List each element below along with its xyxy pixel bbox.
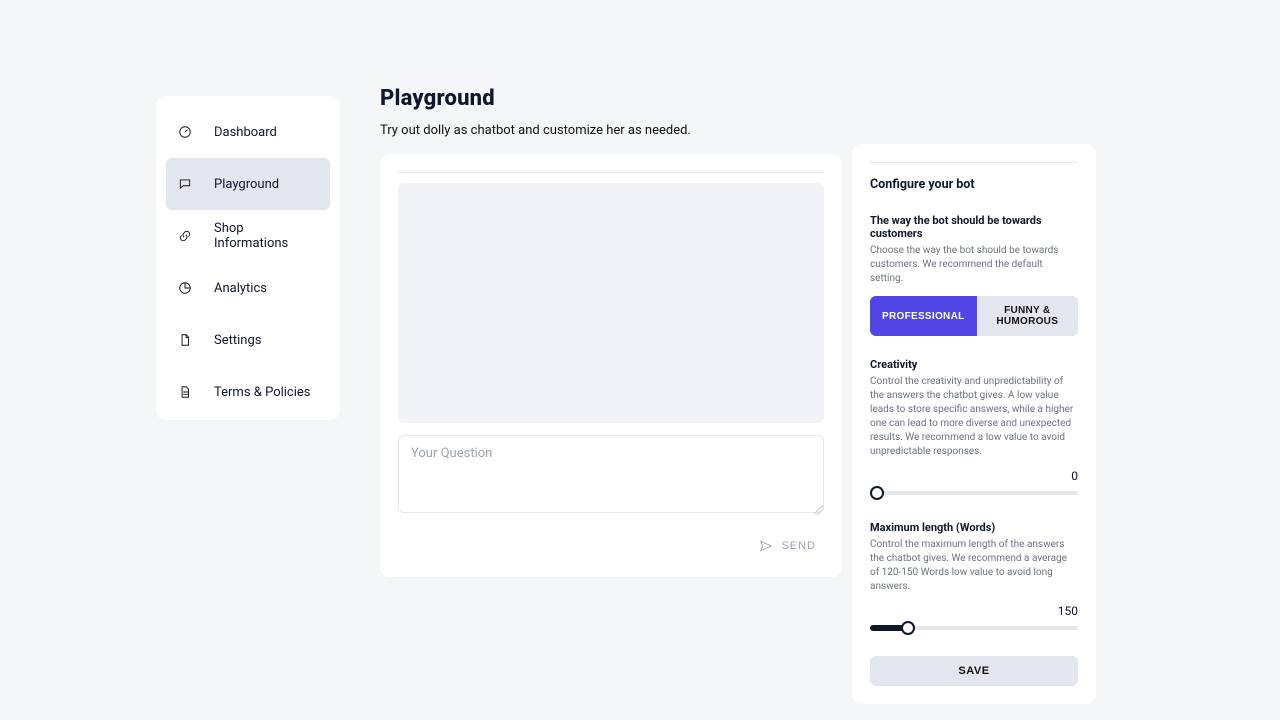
divider bbox=[870, 162, 1078, 163]
slider-thumb[interactable] bbox=[870, 486, 884, 500]
sidebar: Dashboard Playground Shop Informations A… bbox=[156, 96, 340, 420]
save-button[interactable]: SAVE bbox=[870, 656, 1078, 686]
resize-handle[interactable] bbox=[814, 505, 824, 515]
config-card: Configure your bot The way the bot shoul… bbox=[852, 144, 1096, 704]
page-subtitle: Try out dolly as chatbot and customize h… bbox=[380, 123, 842, 138]
sidebar-item-analytics[interactable]: Analytics bbox=[166, 262, 330, 314]
send-row: SEND bbox=[398, 533, 824, 559]
tone-option-professional[interactable]: PROFESSIONAL bbox=[870, 296, 977, 336]
config-title: Configure your bot bbox=[870, 177, 1078, 192]
sidebar-item-label: Terms & Policies bbox=[214, 385, 311, 400]
sidebar-item-settings[interactable]: Settings bbox=[166, 314, 330, 366]
chat-history-area bbox=[398, 183, 824, 423]
tone-label: The way the bot should be towards custom… bbox=[870, 214, 1078, 240]
sidebar-item-label: Playground bbox=[214, 177, 279, 192]
page-title: Playground bbox=[380, 86, 842, 111]
sidebar-item-label: Dashboard bbox=[214, 125, 277, 140]
chat-icon bbox=[178, 177, 192, 191]
creativity-slider[interactable] bbox=[870, 487, 1078, 499]
tone-field: The way the bot should be towards custom… bbox=[870, 214, 1078, 336]
maxlen-label: Maximum length (Words) bbox=[870, 521, 1078, 534]
sidebar-item-shop-informations[interactable]: Shop Informations bbox=[166, 210, 330, 262]
main-column: Playground Try out dolly as chatbot and … bbox=[380, 86, 842, 577]
pie-icon bbox=[178, 281, 192, 295]
paper-plane-icon bbox=[759, 539, 773, 553]
slider-thumb[interactable] bbox=[901, 621, 915, 635]
sidebar-item-dashboard[interactable]: Dashboard bbox=[166, 106, 330, 158]
question-input[interactable] bbox=[398, 435, 824, 513]
send-button[interactable]: SEND bbox=[751, 533, 824, 559]
send-label: SEND bbox=[781, 540, 816, 552]
slider-track bbox=[870, 491, 1078, 495]
tone-segmented-control: PROFESSIONAL FUNNY & HUMOROUS bbox=[870, 296, 1078, 336]
sidebar-item-label: Shop Informations bbox=[214, 221, 318, 251]
maxlen-value: 150 bbox=[1058, 604, 1078, 618]
doc-icon bbox=[178, 385, 192, 399]
gauge-icon bbox=[178, 125, 192, 139]
sidebar-item-playground[interactable]: Playground bbox=[166, 158, 330, 210]
link-icon bbox=[178, 229, 192, 243]
creativity-label: Creativity bbox=[870, 358, 1078, 371]
creativity-value: 0 bbox=[1071, 469, 1078, 483]
sidebar-item-label: Settings bbox=[214, 333, 261, 348]
tone-description: Choose the way the bot should be towards… bbox=[870, 244, 1078, 286]
sidebar-item-terms-policies[interactable]: Terms & Policies bbox=[166, 366, 330, 418]
maxlen-slider[interactable] bbox=[870, 622, 1078, 634]
divider bbox=[398, 172, 824, 173]
file-icon bbox=[178, 333, 192, 347]
sidebar-item-label: Analytics bbox=[214, 281, 267, 296]
chat-card: SEND bbox=[380, 154, 842, 577]
maxlen-field: Maximum length (Words) Control the maxim… bbox=[870, 521, 1078, 634]
creativity-description: Control the creativity and unpredictabil… bbox=[870, 375, 1078, 459]
tone-option-funny[interactable]: FUNNY & HUMOROUS bbox=[977, 296, 1079, 336]
maxlen-description: Control the maximum length of the answer… bbox=[870, 538, 1078, 594]
creativity-field: Creativity Control the creativity and un… bbox=[870, 358, 1078, 499]
